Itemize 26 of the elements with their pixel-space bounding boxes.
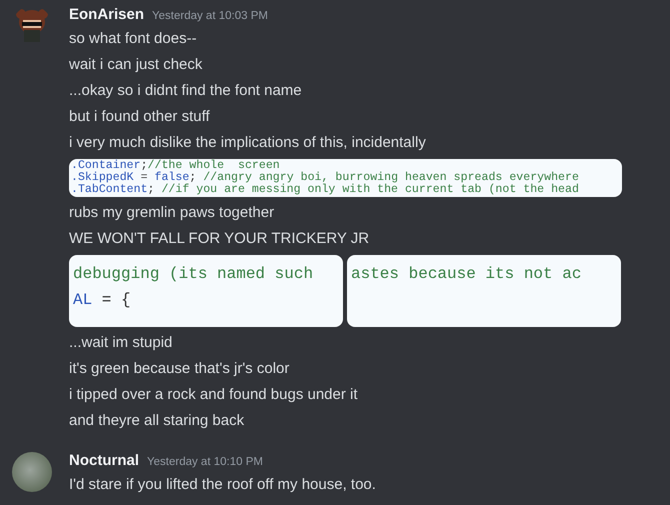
- code-screenshot[interactable]: .Container;//the whole screen .SkippedK = false; //angry angry boi, burrowing heaven spreads everywhere .TabContent; //if you are messing only with the current tab (not the head: [69, 159, 622, 197]
- username[interactable]: Nocturnal: [69, 452, 140, 469]
- message-text: wait i can just check: [69, 55, 204, 75]
- message-text: ...wait im stupid: [69, 333, 174, 353]
- code-line: .TabContent; //if you are messing only with the current tab (not the head: [71, 184, 580, 196]
- message-text: rubs my gremlin paws together: [69, 203, 276, 223]
- timestamp: Yesterday at 10:03 PM: [152, 10, 268, 22]
- avatar-photo-placeholder[interactable]: [12, 452, 52, 492]
- code-line: AL = {: [73, 290, 132, 311]
- message-text: so what font does--: [69, 29, 198, 49]
- code-line: .SkippedK = false; //angry angry boi, burrowing heaven spreads everywhere: [71, 172, 580, 184]
- message-text: i tipped over a rock and found bugs under it: [69, 385, 359, 405]
- message-text: I'd stare if you lifted the roof off my house, too.: [69, 475, 377, 495]
- message-text: i very much dislike the implications of this, incidentally: [69, 133, 427, 153]
- username[interactable]: EonArisen: [69, 6, 144, 23]
- code-line: astes because its not ac: [351, 264, 582, 285]
- message-text: it's green because that's jr's color: [69, 359, 290, 379]
- timestamp: Yesterday at 10:10 PM: [147, 456, 263, 468]
- code-line: .Container;//the whole screen: [71, 160, 281, 172]
- message-text: and theyre all staring back: [69, 411, 246, 431]
- code-screenshot[interactable]: astes because its not ac: [347, 255, 621, 327]
- code-screenshot[interactable]: debugging (its named such AL = {: [69, 255, 343, 327]
- message-text: but i found other stuff: [69, 107, 211, 127]
- code-line: debugging (its named such: [73, 264, 314, 285]
- message-text: WE WON'T FALL FOR YOUR TRICKERY JR: [69, 229, 370, 249]
- message-text: ...okay so i didnt find the font name: [69, 81, 303, 101]
